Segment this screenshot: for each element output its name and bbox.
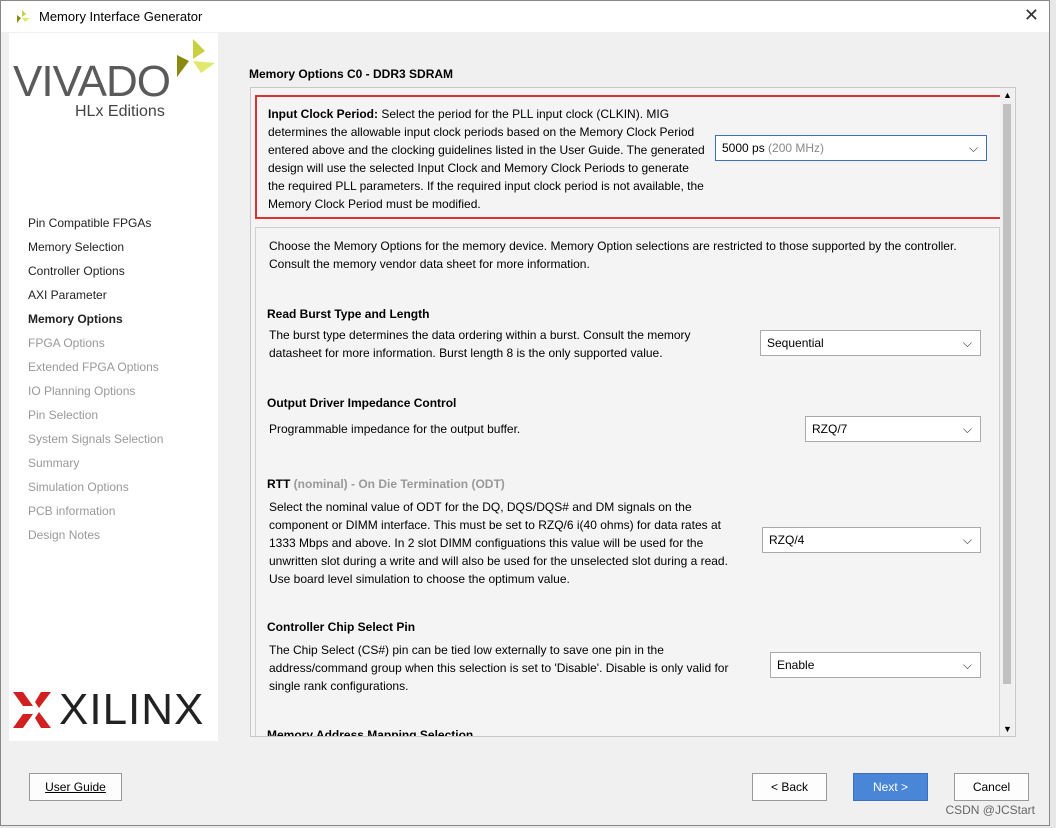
step-item-current[interactable]: Memory Options xyxy=(28,311,163,335)
vertical-scrollbar[interactable]: ▲ ▼ xyxy=(1000,88,1014,736)
step-item[interactable]: Memory Selection xyxy=(28,239,163,263)
xilinx-logo: XILINX xyxy=(13,685,204,735)
burst-value: Sequential xyxy=(767,336,824,350)
wizard-steps: Pin Compatible FPGAs Memory Selection Co… xyxy=(28,215,163,551)
burst-title: Read Burst Type and Length xyxy=(267,307,430,321)
xilinx-x-icon xyxy=(13,692,51,728)
input-clock-text: Select the period for the PLL input cloc… xyxy=(268,107,705,211)
cs-text: The Chip Select (CS#) pin can be tied lo… xyxy=(269,643,729,693)
scroll-up-icon[interactable]: ▲ xyxy=(1003,90,1012,100)
step-item: IO Planning Options xyxy=(28,384,136,398)
step-item: Simulation Options xyxy=(28,480,129,494)
window-title: Memory Interface Generator xyxy=(39,9,203,24)
vivado-leaf-icon xyxy=(177,39,215,77)
rtt-value: RZQ/4 xyxy=(769,533,805,547)
sidebar: VIVADO HLx Editions Pin Compatible FPGAs… xyxy=(9,33,218,741)
step-item: Design Notes xyxy=(28,528,101,542)
cs-value: Enable xyxy=(777,658,815,672)
rtt-title-main: RTT xyxy=(267,477,291,491)
odi-select[interactable]: RZQ/7 ⌵ xyxy=(805,416,981,442)
odi-title: Output Driver Impedance Control xyxy=(267,396,457,410)
burst-select[interactable]: Sequential ⌵ xyxy=(760,330,981,356)
chevron-down-icon: ⌵ xyxy=(962,422,972,436)
step-item: Pin Selection xyxy=(28,408,99,422)
step-item: Extended FPGA Options xyxy=(28,360,159,374)
xilinx-wordmark: XILINX xyxy=(59,685,205,734)
edition-label: HLx Editions xyxy=(75,103,165,120)
title-bar: Memory Interface Generator ✕ xyxy=(1,1,1049,32)
rtt-title-rest: (nominal) - On Die Termination (ODT) xyxy=(290,477,505,491)
close-icon[interactable]: ✕ xyxy=(1024,5,1039,26)
step-item: Summary xyxy=(28,456,80,470)
step-item: PCB information xyxy=(28,504,116,518)
vivado-logo-icon xyxy=(17,9,30,23)
rtt-select[interactable]: RZQ/4 ⌵ xyxy=(762,527,981,553)
step-item[interactable]: Controller Options xyxy=(28,263,163,287)
step-item: System Signals Selection xyxy=(28,432,164,446)
user-guide-label: User Guide xyxy=(45,780,106,794)
back-button[interactable]: < Back xyxy=(752,773,827,801)
odi-value: RZQ/7 xyxy=(812,422,848,436)
intro-text: Choose the Memory Options for the memory… xyxy=(269,239,957,271)
step-item[interactable]: AXI Parameter xyxy=(28,287,163,311)
input-clock-value: 5000 ps xyxy=(722,141,765,155)
rtt-title: RTT (nominal) - On Die Termination (ODT) xyxy=(267,477,505,491)
cancel-button[interactable]: Cancel xyxy=(954,773,1029,801)
scroll-down-icon[interactable]: ▼ xyxy=(1003,724,1012,734)
watermark: CSDN @JCStart xyxy=(945,803,1035,817)
next-button[interactable]: Next > xyxy=(853,773,928,801)
odi-text: Programmable impedance for the output bu… xyxy=(269,422,521,436)
chevron-down-icon: ⌵ xyxy=(962,533,972,547)
vivado-logo: VIVADO xyxy=(13,57,171,106)
user-guide-button[interactable]: User Guide xyxy=(29,773,122,801)
rtt-text: Select the nominal value of ODT for the … xyxy=(269,500,728,586)
scrollbar-thumb[interactable] xyxy=(1003,104,1011,684)
input-clock-hint: (200 MHz) xyxy=(768,141,825,155)
cs-title: Controller Chip Select Pin xyxy=(267,620,416,634)
input-clock-section: Input Clock Period: Select the period fo… xyxy=(255,95,1004,219)
input-clock-select[interactable]: 5000 ps (200 MHz) ⌵ xyxy=(715,135,987,161)
chevron-down-icon: ⌵ xyxy=(968,141,978,155)
step-item: FPGA Options xyxy=(28,336,105,350)
chevron-down-icon: ⌵ xyxy=(962,336,972,350)
memory-options-section: Choose the Memory Options for the memory… xyxy=(255,227,1000,737)
input-clock-label: Input Clock Period: xyxy=(268,107,379,121)
chevron-down-icon: ⌵ xyxy=(962,658,972,672)
mig-dialog: Memory Interface Generator ✕ VIVADO HLx … xyxy=(0,0,1050,826)
burst-text: The burst type determines the data order… xyxy=(269,328,691,360)
input-clock-description: Input Clock Period: Select the period fo… xyxy=(268,105,708,213)
cs-select[interactable]: Enable ⌵ xyxy=(770,652,981,678)
page-title: Memory Options C0 - DDR3 SDRAM xyxy=(249,67,454,81)
step-item[interactable]: Pin Compatible FPGAs xyxy=(28,215,163,239)
options-scroll-panel: Input Clock Period: Select the period fo… xyxy=(250,87,1016,737)
address-mapping-title: Memory Address Mapping Selection xyxy=(267,728,474,737)
